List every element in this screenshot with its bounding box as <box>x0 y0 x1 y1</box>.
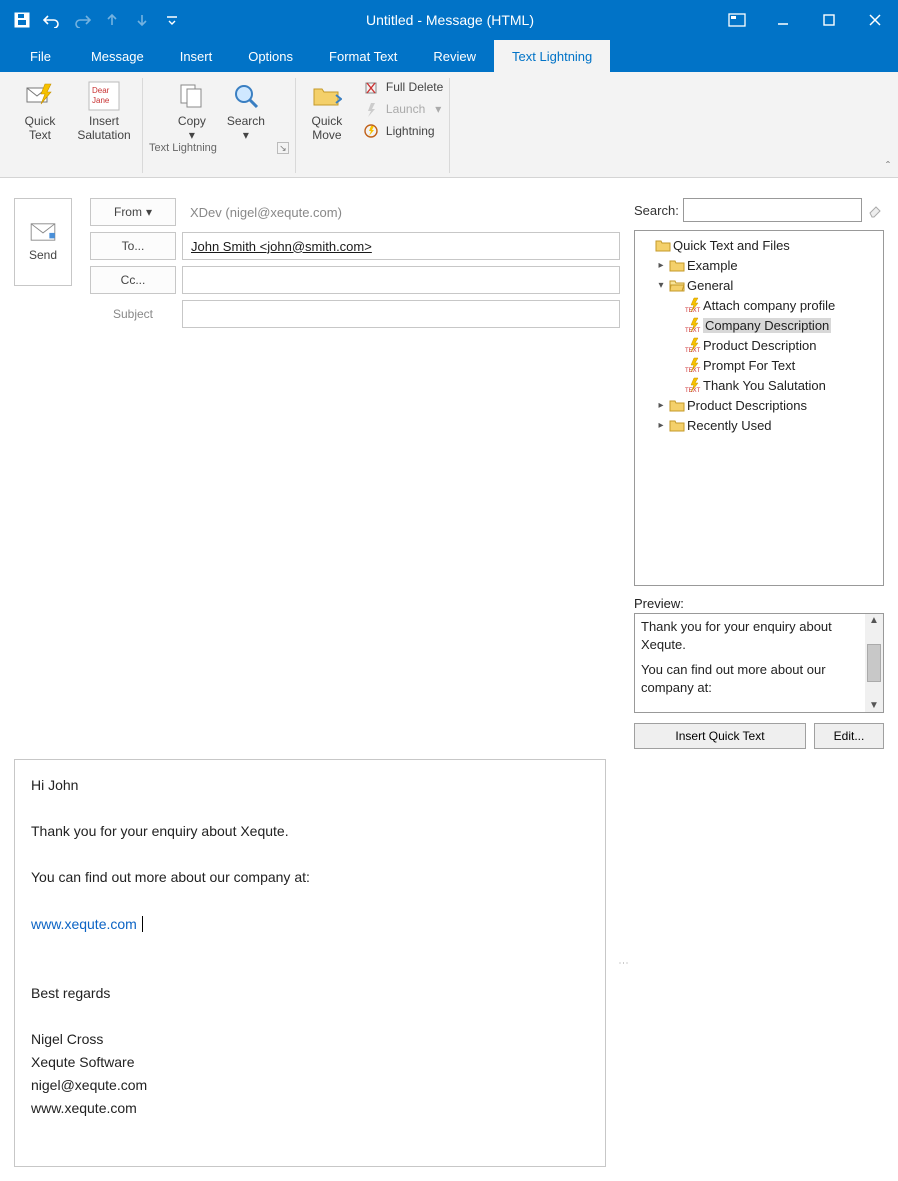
quick-text-button[interactable]: QuickText <box>12 78 68 142</box>
window-title: Untitled - Message (HTML) <box>186 12 714 28</box>
copy-icon <box>176 80 208 112</box>
to-button[interactable]: To... <box>90 232 176 260</box>
text-item-icon: TEXT <box>685 357 701 373</box>
redo-icon <box>68 6 96 34</box>
cc-field[interactable] <box>182 266 620 294</box>
from-button[interactable]: From▾ <box>90 198 176 226</box>
dear-jane-icon: DearJane <box>88 80 120 112</box>
magnifier-icon <box>230 80 262 112</box>
tree-item-prompt[interactable]: ▸ TEXT Prompt For Text <box>637 355 881 375</box>
search-input[interactable] <box>683 198 862 222</box>
folder-icon <box>655 237 671 253</box>
send-button[interactable]: Send <box>14 198 72 286</box>
ribbon-tabs: File Message Insert Options Format Text … <box>0 40 898 72</box>
full-delete-button[interactable]: Full Delete <box>362 78 443 96</box>
insert-quick-text-button[interactable]: Insert Quick Text <box>634 723 806 749</box>
tree-item-attach[interactable]: ▸ TEXT Attach company profile <box>637 295 881 315</box>
folder-icon <box>669 397 685 413</box>
svg-text:Dear: Dear <box>92 86 110 95</box>
lightning-icon <box>362 122 380 140</box>
svg-text:TEXT: TEXT <box>685 388 701 393</box>
text-item-icon: TEXT <box>685 377 701 393</box>
search-button[interactable]: Search▾ <box>221 78 271 142</box>
envelope-lightning-icon <box>24 80 56 112</box>
from-value: XDev (nigel@xequte.com) <box>182 198 620 226</box>
cc-button[interactable]: Cc... <box>90 266 176 294</box>
undo-icon[interactable] <box>38 6 66 34</box>
lightning-button[interactable]: Lightning <box>362 122 443 140</box>
preview-box: Thank you for your enquiry about Xequte.… <box>634 613 884 713</box>
ribbon-group-label: Text Lightning <box>149 142 217 154</box>
text-cursor <box>138 916 143 932</box>
maximize-icon[interactable] <box>806 0 852 40</box>
title-bar: Untitled - Message (HTML) <box>0 0 898 40</box>
tree-item-thank-you[interactable]: ▸ TEXT Thank You Salutation <box>637 375 881 395</box>
body-link[interactable]: www.xequte.com <box>31 916 137 932</box>
collapse-ribbon-icon[interactable]: ˆ <box>886 159 890 173</box>
svg-text:TEXT: TEXT <box>685 348 701 353</box>
tab-insert[interactable]: Insert <box>162 40 231 72</box>
tab-options[interactable]: Options <box>230 40 311 72</box>
window-controls <box>714 0 898 40</box>
save-icon[interactable] <box>8 6 36 34</box>
launch-icon <box>362 100 380 118</box>
folder-icon <box>669 257 685 273</box>
ribbon-display-icon[interactable] <box>714 0 760 40</box>
splitter-handle[interactable]: ⋮ <box>620 759 626 1167</box>
tree-product-descriptions[interactable]: ▸ Product Descriptions <box>637 395 881 415</box>
quick-move-button[interactable]: QuickMove <box>302 78 352 142</box>
subject-label: Subject <box>90 307 176 321</box>
folder-icon <box>669 417 685 433</box>
previous-icon <box>98 6 126 34</box>
chevron-down-icon: ▾ <box>146 205 152 219</box>
message-body[interactable]: Hi John Thank you for your enquiry about… <box>14 759 606 1167</box>
folder-open-icon <box>669 277 685 293</box>
text-item-icon: TEXT <box>685 317 701 333</box>
tab-message[interactable]: Message <box>73 40 162 72</box>
next-icon <box>128 6 156 34</box>
send-envelope-icon <box>29 222 57 242</box>
minimize-icon[interactable] <box>760 0 806 40</box>
tree-item-product-description[interactable]: ▸ TEXT Product Description <box>637 335 881 355</box>
delete-icon <box>362 78 380 96</box>
to-field[interactable]: John Smith <john@smith.com> <box>182 232 620 260</box>
search-label: Search: <box>634 203 679 218</box>
tab-file[interactable]: File <box>8 40 73 72</box>
scroll-up-icon[interactable]: ▲ <box>869 614 879 628</box>
tree-recently-used[interactable]: ▸ Recently Used <box>637 415 881 435</box>
text-item-icon: TEXT <box>685 337 701 353</box>
subject-field[interactable] <box>182 300 620 328</box>
close-icon[interactable] <box>852 0 898 40</box>
svg-text:TEXT: TEXT <box>685 308 701 313</box>
group-launcher-icon[interactable]: ↘ <box>277 142 289 154</box>
tab-review[interactable]: Review <box>415 40 494 72</box>
svg-text:Jane: Jane <box>92 96 110 105</box>
preview-label: Preview: <box>634 596 884 611</box>
folder-move-icon <box>311 80 343 112</box>
tree-general[interactable]: ▾ General <box>637 275 881 295</box>
tree-root[interactable]: ▸ Quick Text and Files <box>637 235 881 255</box>
edit-button[interactable]: Edit... <box>814 723 884 749</box>
svg-text:TEXT: TEXT <box>685 368 701 373</box>
dropdown-caret-icon: ▾ <box>189 128 195 142</box>
dropdown-caret-icon: ▾ <box>243 128 249 142</box>
insert-salutation-button[interactable]: DearJane InsertSalutation <box>72 78 136 142</box>
preview-scrollbar[interactable]: ▲ ▼ <box>865 614 883 712</box>
tree-example[interactable]: ▸ Example <box>637 255 881 275</box>
launch-button: Launch▾ <box>362 100 443 118</box>
qat-customize-icon[interactable] <box>158 6 186 34</box>
quick-text-tree[interactable]: ▸ Quick Text and Files ▸ Example ▾ Gener… <box>637 235 881 435</box>
scroll-thumb[interactable] <box>867 644 881 682</box>
tree-item-company-description[interactable]: ▸ TEXT Company Description <box>637 315 881 335</box>
scroll-down-icon[interactable]: ▼ <box>869 699 879 713</box>
text-item-icon: TEXT <box>685 297 701 313</box>
ribbon-body: QuickText DearJane InsertSalutation Copy… <box>0 72 898 178</box>
tab-text-lightning[interactable]: Text Lightning <box>494 40 610 72</box>
eraser-icon[interactable] <box>866 201 884 219</box>
quick-text-panel: Search: ▸ Quick Text and Files ▸ Example <box>634 198 884 749</box>
tab-format-text[interactable]: Format Text <box>311 40 415 72</box>
copy-button[interactable]: Copy▾ <box>167 78 217 142</box>
svg-text:TEXT: TEXT <box>685 328 701 333</box>
quick-access-toolbar <box>0 6 186 34</box>
